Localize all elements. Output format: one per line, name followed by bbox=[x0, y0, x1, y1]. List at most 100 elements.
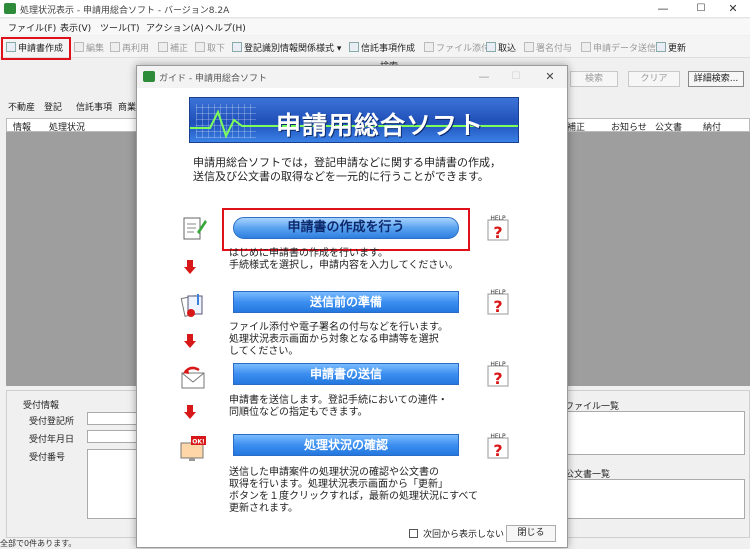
step4-desc-4: 更新されます。 bbox=[229, 503, 298, 514]
app-icon bbox=[4, 3, 16, 14]
trust-create-button[interactable]: 信託事項作成 bbox=[349, 40, 415, 54]
tab-real-estate[interactable]: 不動産 bbox=[8, 100, 35, 113]
receipt-office-field[interactable] bbox=[87, 412, 137, 425]
receipt-info-label: 受付情報 bbox=[23, 401, 60, 411]
menu-help[interactable]: ヘルプ(H) bbox=[205, 21, 246, 34]
fetch-button[interactable]: 取込 bbox=[486, 40, 516, 54]
help-label: HELP bbox=[490, 433, 506, 440]
help-mark: ? bbox=[493, 441, 502, 460]
step4-desc-2: 取得を行います。処理状況表示画面から「更新」 bbox=[229, 479, 448, 490]
prepare-send-step-button[interactable]: 送信前の準備 bbox=[233, 291, 459, 313]
arrow-down-icon bbox=[184, 260, 196, 274]
arrow-down-icon bbox=[184, 405, 196, 419]
trust-icon bbox=[349, 42, 359, 52]
sign-button[interactable]: 署名付与 bbox=[524, 40, 572, 54]
sign-icon bbox=[524, 42, 534, 52]
check-status-step-button[interactable]: 処理状況の確認 bbox=[233, 434, 459, 456]
close-button[interactable]: ✕ bbox=[716, 0, 750, 18]
software-banner: 申請用総合ソフト bbox=[189, 97, 519, 143]
step2-desc-1: ファイル添付や電子署名の付与などを行います。 bbox=[229, 322, 448, 333]
dont-show-checkbox[interactable] bbox=[409, 529, 418, 538]
tab-commercial[interactable]: 商業 bbox=[118, 100, 136, 113]
banner-title: 申請用総合ソフト bbox=[276, 111, 485, 140]
help-label: HELP bbox=[490, 215, 506, 222]
receipt-number-label: 受付番号 bbox=[29, 453, 66, 463]
monitor-ok-icon: OK! bbox=[180, 436, 206, 461]
clear-button[interactable]: クリア bbox=[628, 71, 680, 87]
file-list[interactable] bbox=[563, 411, 745, 455]
envelope-send-icon bbox=[181, 366, 205, 389]
help-icon[interactable]: HELP ? bbox=[485, 214, 511, 242]
step3-desc-2: 同順位などの指定もできます。 bbox=[229, 407, 368, 418]
menu-action[interactable]: アクション(A) bbox=[146, 21, 204, 34]
step2-desc-2: 処理状況表示画面から対象となる申請等を選択 bbox=[229, 334, 439, 345]
guide-dialog: ガイド - 申請用総合ソフト — ☐ ✕ 申請用総合ソフト 申請用総合ソフトでは… bbox=[136, 65, 568, 548]
dialog-app-icon bbox=[143, 71, 155, 82]
official-doc-list[interactable] bbox=[563, 479, 745, 519]
window-title: 処理状況表示 - 申請用総合ソフト - バージョン8.2A bbox=[20, 6, 230, 16]
menu-file[interactable]: ファイル(F) bbox=[8, 21, 56, 34]
fetch-icon bbox=[486, 42, 496, 52]
receipt-number-field[interactable] bbox=[87, 449, 137, 519]
document-pen-icon bbox=[183, 217, 207, 240]
step2-desc-3: してください。 bbox=[229, 346, 299, 357]
reuse-button[interactable]: 再利用 bbox=[110, 40, 149, 54]
registry-info-forms-button[interactable]: 登記識別情報関係様式 ▾ bbox=[232, 40, 341, 54]
receipt-date-field[interactable] bbox=[87, 430, 137, 443]
help-label: HELP bbox=[490, 361, 506, 368]
amend-icon bbox=[158, 42, 168, 52]
send-application-step-button[interactable]: 申請書の送信 bbox=[233, 363, 459, 385]
close-dialog-button[interactable]: 閉じる bbox=[506, 525, 556, 542]
help-mark: ? bbox=[493, 369, 502, 388]
step4-desc-1: 送信した申請案件の処理状況の確認や公文書の bbox=[229, 467, 439, 478]
dont-show-label[interactable]: 次回から表示しない bbox=[423, 527, 504, 540]
dialog-title-bar: ガイド - 申請用総合ソフト — ☐ ✕ bbox=[137, 66, 567, 88]
arrow-down-icon bbox=[184, 334, 196, 348]
send-icon bbox=[581, 42, 591, 52]
menu-view[interactable]: 表示(V) bbox=[60, 21, 91, 34]
registry-icon bbox=[232, 42, 242, 52]
create-highlight-box bbox=[1, 37, 71, 60]
step1-desc-2: 手続様式を選択し，申請内容を入力してください。 bbox=[229, 260, 459, 271]
tab-trust[interactable]: 信託事項 bbox=[76, 100, 112, 113]
step1-highlight-box bbox=[222, 208, 470, 251]
refresh-button[interactable]: 更新 bbox=[656, 40, 686, 54]
amend-button[interactable]: 補正 bbox=[158, 40, 188, 54]
dialog-footer: 次回から表示しない 閉じる bbox=[137, 521, 567, 547]
edit-icon bbox=[74, 42, 84, 52]
receipt-office-label: 受付登記所 bbox=[29, 417, 75, 427]
documents-clip-icon bbox=[180, 294, 203, 317]
send-data-button[interactable]: 申請データ送信 bbox=[581, 40, 656, 54]
refresh-icon bbox=[656, 42, 666, 52]
step4-desc-3: ボタンを１度クリックすれば，最新の処理状況にすべて bbox=[229, 491, 478, 502]
withdraw-button[interactable]: 取下 bbox=[195, 40, 225, 54]
title-bar: 処理状況表示 - 申請用総合ソフト - バージョン8.2A — ☐ ✕ bbox=[0, 0, 750, 18]
edit-button[interactable]: 編集 bbox=[74, 40, 104, 54]
dialog-minimize-button[interactable]: — bbox=[467, 66, 501, 88]
reuse-icon bbox=[110, 42, 120, 52]
attach-icon bbox=[424, 42, 434, 52]
help-mark: ? bbox=[493, 297, 502, 316]
receipt-date-label: 受付年月日 bbox=[29, 435, 75, 445]
step1-desc-1: はじめに申請書の作成を行います。 bbox=[229, 248, 388, 259]
help-icon[interactable]: HELP ? bbox=[485, 432, 511, 460]
withdraw-icon bbox=[195, 42, 205, 52]
minimize-button[interactable]: — bbox=[646, 0, 680, 18]
intro-line-2: 送信及び公文書の取得などを一元的に行うことができます。 bbox=[193, 170, 489, 183]
tab-registration[interactable]: 登記 bbox=[44, 100, 62, 113]
attach-file-button[interactable]: ファイル添付 bbox=[424, 40, 490, 54]
menu-tools[interactable]: ツール(T) bbox=[100, 21, 140, 34]
help-icon[interactable]: HELP ? bbox=[485, 288, 511, 316]
maximize-button[interactable]: ☐ bbox=[684, 0, 718, 18]
help-label: HELP bbox=[490, 289, 506, 296]
search-button[interactable]: 検索 bbox=[570, 71, 618, 87]
menu-bar: ファイル(F) 表示(V) ツール(T) アクション(A) ヘルプ(H) bbox=[0, 19, 750, 35]
help-icon[interactable]: HELP ? bbox=[485, 360, 511, 388]
dialog-title: ガイド - 申請用総合ソフト bbox=[159, 74, 267, 84]
step3-desc-1: 申請書を送信します。登記手続においての連件・ bbox=[229, 395, 448, 406]
toolbar: 申請書作成 編集 再利用 補正 取下 登記識別情報関係様式 ▾ 信託事項作成 フ… bbox=[0, 36, 750, 58]
dialog-maximize-button[interactable]: ☐ bbox=[499, 66, 533, 88]
dialog-close-button[interactable]: ✕ bbox=[533, 66, 567, 88]
help-mark: ? bbox=[493, 223, 502, 242]
detail-search-button[interactable]: 詳細検索... bbox=[688, 71, 744, 87]
